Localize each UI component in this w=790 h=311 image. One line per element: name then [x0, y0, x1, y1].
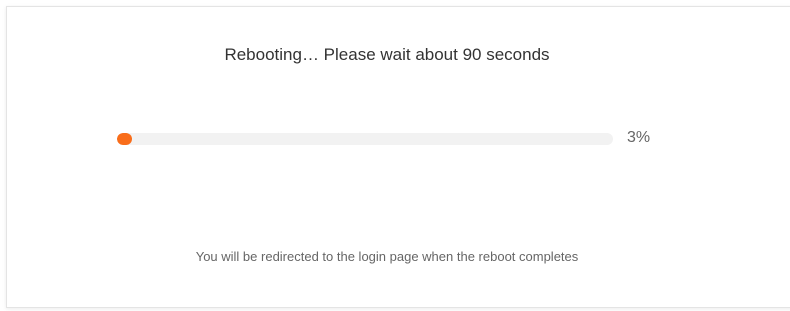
- reboot-dialog: Rebooting… Please wait about 90 seconds …: [6, 6, 790, 308]
- reboot-status-title: Rebooting… Please wait about 90 seconds: [224, 45, 550, 64]
- redirect-note: You will be redirected to the login page…: [195, 249, 579, 264]
- reboot-progress-percent: 3%: [627, 129, 651, 146]
- reboot-progress-bar: [117, 133, 613, 145]
- reboot-progress-fill: [117, 133, 132, 145]
